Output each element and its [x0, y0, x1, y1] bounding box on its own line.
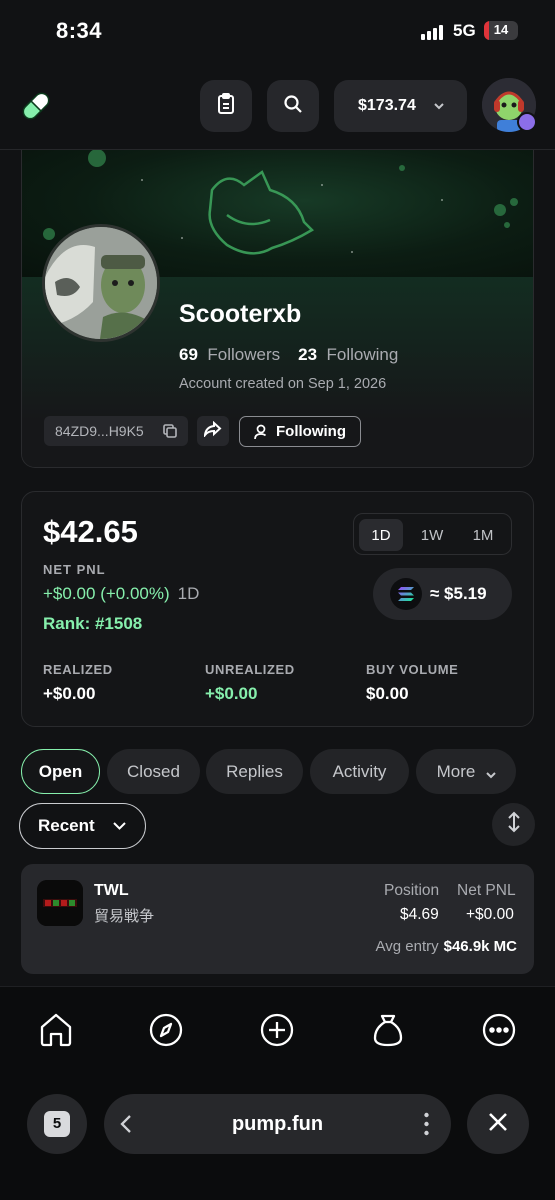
- position-row[interactable]: TWL 貿易戦争 Position Net PNL $4.69 +$0.00 A…: [21, 864, 534, 974]
- chevron-down-icon: [113, 822, 126, 830]
- tab-more-label: More: [436, 761, 476, 781]
- sol-value: ≈ $5.19: [430, 584, 487, 603]
- home-icon[interactable]: [37, 1011, 75, 1049]
- money-bag-icon[interactable]: [369, 1011, 407, 1049]
- browser-toolbar: 5 pump.fun: [0, 1074, 555, 1200]
- pnl-card: $42.65 NET PNL +$0.00 (+0.00%) 1D Rank: #…: [21, 491, 534, 727]
- account-created: Account created on Sep 1, 2026: [179, 376, 387, 392]
- pnl-change-value: +$0.00 (+0.00%): [43, 584, 170, 603]
- net-pnl-label: NET PNL: [43, 562, 106, 577]
- followers-count: 69: [179, 345, 198, 364]
- sort-dropdown[interactable]: Recent: [19, 803, 146, 849]
- more-vertical-icon[interactable]: [424, 1112, 429, 1141]
- clipboard-button[interactable]: [200, 80, 252, 132]
- position-pnl: +$0.00: [466, 906, 514, 923]
- avg-entry: Avg entry $46.9k MC: [376, 938, 517, 955]
- profile-card: Scooterxb 69 Followers 23 Following Accou…: [21, 150, 534, 468]
- following-link[interactable]: 23 Following: [298, 345, 398, 364]
- search-button[interactable]: [267, 80, 319, 132]
- bottom-nav: [0, 986, 555, 1074]
- realized-label: REALIZED: [43, 662, 113, 677]
- battery-icon: 14: [484, 21, 518, 40]
- portfolio-value: $42.65: [43, 514, 138, 549]
- close-icon: [487, 1111, 509, 1138]
- unrealized-label: UNREALIZED: [205, 662, 295, 677]
- tab-closed[interactable]: Closed: [107, 749, 200, 794]
- status-time: 8:34: [56, 18, 103, 43]
- clipboard-icon: [216, 92, 236, 120]
- token-name: 貿易戦争: [94, 908, 155, 925]
- follow-stats: 69 Followers 23 Following: [179, 345, 398, 365]
- following-button-label: Following: [276, 423, 346, 440]
- buy-volume-label: BUY VOLUME: [366, 662, 459, 677]
- position-label: Position: [384, 882, 440, 899]
- buy-volume-value: $0.00: [366, 684, 409, 703]
- tabs-button[interactable]: 5: [27, 1094, 87, 1154]
- status-bar: 8:34 5G 14: [0, 0, 555, 64]
- compass-icon[interactable]: [147, 1011, 185, 1049]
- tab-activity[interactable]: Activity: [310, 749, 409, 794]
- user-check-icon: [254, 424, 269, 444]
- followers-link[interactable]: 69 Followers: [179, 345, 280, 364]
- balance-value: $173.74: [358, 97, 416, 114]
- followers-label: Followers: [207, 345, 281, 364]
- period-1m[interactable]: 1M: [461, 519, 505, 551]
- avg-entry-label: Avg entry: [375, 938, 439, 955]
- share-icon: [203, 420, 222, 442]
- copy-icon: [163, 424, 177, 441]
- pump-logo-icon[interactable]: [18, 88, 54, 124]
- realized-value: +$0.00: [43, 684, 96, 703]
- period-1d[interactable]: 1D: [359, 519, 403, 551]
- sort-order-button[interactable]: [492, 803, 535, 846]
- tab-replies[interactable]: Replies: [206, 749, 303, 794]
- balance-dropdown[interactable]: $173.74: [334, 80, 467, 132]
- unrealized-value: +$0.00: [205, 684, 258, 703]
- net-pnl-header: Net PNL: [457, 882, 516, 899]
- avg-entry-value: $46.9k MC: [443, 938, 517, 955]
- token-ticker: TWL: [94, 882, 129, 899]
- sort-label: Recent: [38, 816, 95, 835]
- pnl-change-period: 1D: [177, 584, 200, 603]
- pnl-change: +$0.00 (+0.00%) 1D: [43, 584, 199, 604]
- wallet-address-button[interactable]: 84ZD9...H9K5: [44, 416, 188, 446]
- chevron-down-icon: [433, 99, 445, 117]
- signal-icon: [421, 24, 443, 40]
- token-image: [37, 880, 83, 926]
- url-text: pump.fun: [231, 1113, 324, 1135]
- sol-balance[interactable]: ≈ $5.19: [373, 568, 512, 620]
- profile-avatar: [42, 224, 160, 342]
- following-count: 23: [298, 345, 318, 364]
- close-button[interactable]: [467, 1094, 529, 1154]
- profile-username: Scooterxb: [179, 300, 302, 328]
- wallet-address: 84ZD9...H9K5: [55, 423, 144, 439]
- network-type: 5G: [453, 21, 476, 40]
- solana-icon: [390, 578, 422, 610]
- rank: Rank: #1508: [43, 614, 143, 633]
- position-value: $4.69: [400, 906, 439, 923]
- address-bar[interactable]: pump.fun: [104, 1094, 451, 1154]
- search-icon: [283, 94, 303, 119]
- battery-level: 14: [493, 22, 509, 37]
- following-label: Following: [326, 345, 399, 364]
- app-header: $173.74: [0, 64, 555, 150]
- chat-badge-icon: [517, 112, 537, 132]
- create-icon[interactable]: [258, 1011, 296, 1049]
- share-button[interactable]: [197, 416, 229, 446]
- chevron-down-icon: [485, 766, 497, 786]
- following-button[interactable]: Following: [239, 416, 361, 447]
- period-selector: 1D 1W 1M: [353, 513, 512, 555]
- more-icon[interactable]: [480, 1011, 518, 1049]
- sort-arrows-icon: [507, 811, 521, 838]
- tab-more[interactable]: More: [416, 749, 516, 794]
- period-1w[interactable]: 1W: [410, 519, 454, 551]
- tab-count: 5: [44, 1111, 70, 1137]
- tab-open[interactable]: Open: [21, 749, 100, 794]
